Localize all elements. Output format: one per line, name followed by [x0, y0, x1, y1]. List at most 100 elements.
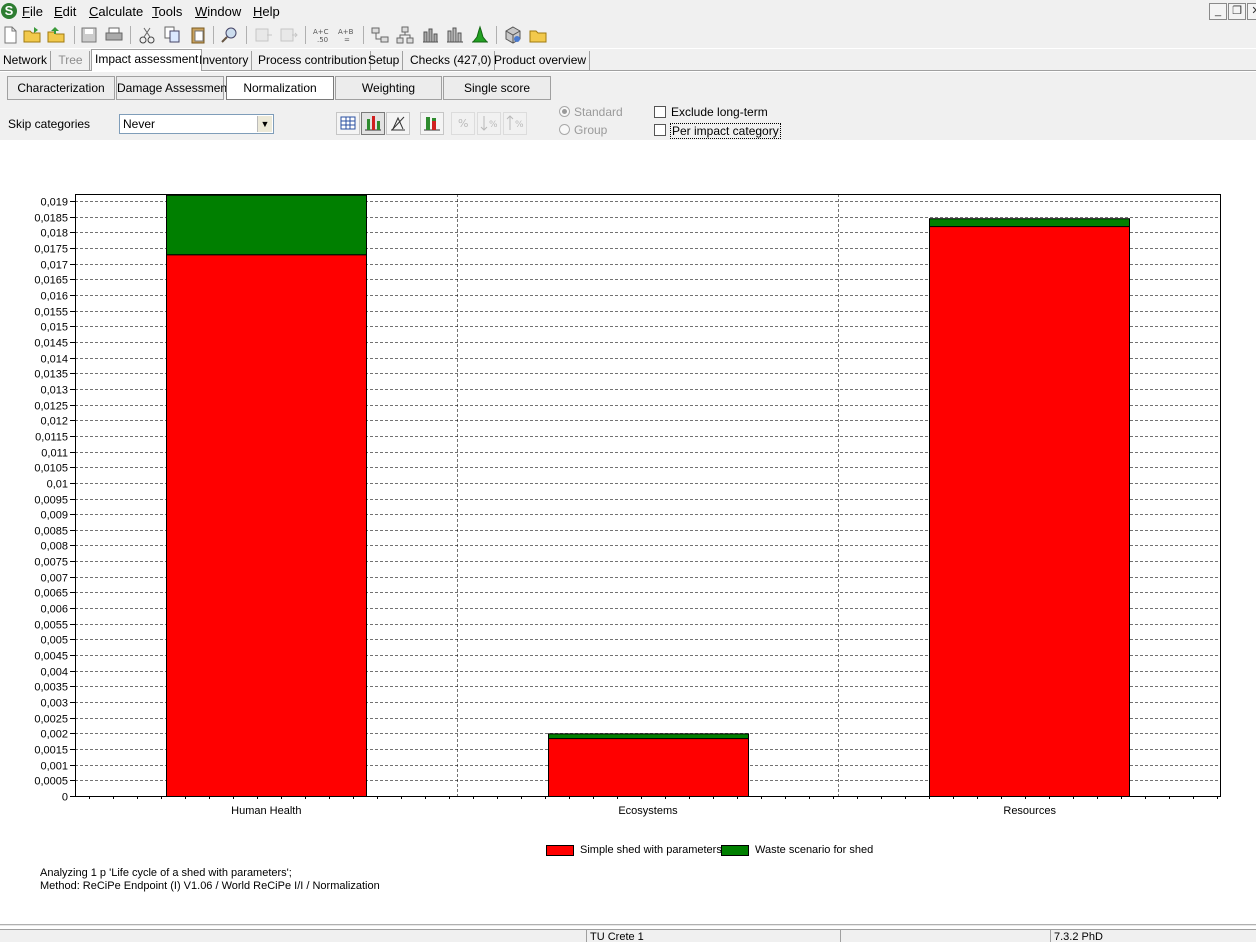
tab-impact-assessment[interactable]: Impact assessment — [91, 49, 203, 71]
copy-icon[interactable] — [162, 25, 182, 45]
menu-file[interactable]: File — [22, 4, 43, 19]
y-tick-label: 0,018 — [40, 228, 68, 240]
tab-network[interactable]: Network — [0, 51, 52, 71]
y-tick-label: 0,0135 — [34, 369, 68, 381]
tree-icon[interactable] — [395, 25, 415, 45]
y-tick-label: 0,017 — [40, 260, 68, 272]
table-view-button[interactable] — [336, 112, 360, 135]
y-tick-label: 0,01 — [47, 479, 68, 491]
paste-icon[interactable] — [188, 25, 208, 45]
paste-stage-icon[interactable] — [278, 25, 298, 45]
menu-calculate[interactable]: Calculate — [89, 4, 143, 19]
y-tick-label: 0,002 — [40, 729, 68, 741]
legend-swatch-waste-scenario — [721, 845, 749, 856]
y-tick-label: 0,001 — [40, 761, 68, 773]
skip-categories-select[interactable]: Never ▼ — [119, 114, 274, 134]
y-tick-label: 0,0175 — [34, 244, 68, 256]
minimize-icon[interactable]: _ — [1209, 3, 1227, 20]
x-category-label: Ecosystems — [618, 805, 678, 817]
y-tick-label: 0,003 — [40, 698, 68, 710]
open-library-icon[interactable] — [528, 25, 548, 45]
tab-tree[interactable]: Tree — [52, 51, 90, 71]
method-info-line: Method: ReCiPe Endpoint (I) V1.06 / Worl… — [40, 880, 380, 892]
bar-simple-shed — [166, 254, 367, 798]
bar-chart-icon[interactable] — [420, 25, 440, 45]
main-tab-bar: Network Tree Impact assessment Inventory… — [0, 49, 1256, 71]
svg-text:A+C: A+C — [313, 28, 329, 36]
sort-descending-button[interactable]: % — [477, 112, 501, 135]
group-radio[interactable] — [559, 124, 570, 135]
analysis-info-line: Analyzing 1 p 'Life cycle of a shed with… — [40, 867, 292, 879]
status-cell-message — [0, 929, 586, 942]
y-tick-label: 0,011 — [41, 448, 68, 460]
tab-inventory[interactable]: Inventory — [196, 51, 253, 71]
percent-button[interactable]: % — [451, 112, 475, 135]
formula-ab-icon[interactable]: A+B= — [337, 25, 357, 45]
bar-chart-icon — [365, 116, 381, 131]
menu-edit[interactable]: Edit — [54, 4, 76, 19]
open-folder-icon[interactable] — [22, 25, 42, 45]
exclude-long-term-checkbox[interactable] — [654, 106, 666, 118]
tab-product-overview[interactable]: Product overview — [491, 51, 591, 71]
menu-window[interactable]: Window — [195, 4, 241, 19]
legend-label-simple-shed: Simple shed with parameters — [580, 844, 722, 856]
table-icon — [340, 116, 356, 130]
network-icon[interactable] — [370, 25, 390, 45]
find-icon[interactable] — [220, 25, 240, 45]
formula-ac-icon[interactable]: A+C.50 — [312, 25, 332, 45]
y-tick-label: 0,0105 — [34, 463, 68, 475]
cube-3d-icon[interactable] — [503, 25, 523, 45]
percent-icon: % — [458, 117, 468, 130]
y-tick-label: 0,0025 — [34, 714, 68, 726]
y-tick-label: 0,0155 — [34, 307, 68, 319]
open-project-icon[interactable] — [46, 25, 66, 45]
standard-radio[interactable] — [559, 106, 570, 117]
app-logo-icon[interactable]: S — [1, 3, 17, 19]
tab-process-contribution[interactable]: Process contribution — [255, 51, 371, 71]
no-scale-button[interactable] — [386, 112, 410, 135]
monte-carlo-icon[interactable] — [470, 25, 490, 45]
chart-view-button[interactable] — [361, 112, 385, 135]
menu-help[interactable]: Help — [253, 4, 280, 19]
bar-waste-scenario — [548, 733, 749, 740]
y-tick-label: 0,0065 — [34, 588, 68, 600]
y-tick-label: 0,0125 — [34, 401, 68, 413]
tab-damage-assessment[interactable]: Damage Assessment — [116, 76, 230, 100]
y-tick-label: 0,019 — [40, 197, 68, 209]
status-cell-project: TU Crete 1 — [586, 929, 840, 942]
tab-single-score[interactable]: Single score — [443, 76, 551, 100]
print-icon[interactable] — [104, 25, 124, 45]
x-category-label: Human Health — [231, 805, 301, 817]
copy-stage-icon[interactable] — [253, 25, 273, 45]
tab-checks[interactable]: Checks (427,0) — [407, 51, 496, 71]
options-panel: Characterization Damage Assessment Norma… — [0, 72, 1256, 140]
bar-waste-scenario — [166, 194, 367, 256]
tab-normalization[interactable]: Normalization — [226, 76, 334, 100]
y-tick-label: 0,015 — [40, 322, 68, 334]
y-tick-label: 0,0115 — [35, 432, 68, 444]
skip-categories-value: Never — [123, 117, 156, 131]
y-tick-label: 0 — [62, 792, 68, 804]
tab-characterization[interactable]: Characterization — [7, 76, 115, 100]
group-radio-label: Group — [574, 123, 608, 137]
cut-icon[interactable] — [137, 25, 157, 45]
y-tick-label: 0,007 — [40, 573, 68, 585]
menu-bar: S File Edit Calculate Tools Window Help … — [0, 0, 1256, 22]
save-icon[interactable] — [79, 25, 99, 45]
restore-icon[interactable]: ❐ — [1228, 3, 1246, 20]
sort-ascending-icon: % — [506, 115, 524, 130]
y-tick-label: 0,0035 — [34, 682, 68, 694]
svg-text:A+B: A+B — [338, 28, 354, 36]
close-icon[interactable]: ✕ — [1247, 3, 1256, 20]
y-tick-label: 0,0015 — [34, 745, 68, 757]
y-tick-label: 0,012 — [40, 416, 68, 428]
sort-ascending-button[interactable]: % — [503, 112, 527, 135]
chevron-down-icon[interactable]: ▼ — [257, 116, 272, 132]
new-file-icon[interactable] — [0, 25, 20, 45]
tab-weighting[interactable]: Weighting — [335, 76, 442, 100]
per-impact-category-checkbox[interactable] — [654, 124, 666, 136]
stacked-bar-icon[interactable] — [445, 25, 465, 45]
stacked-view-button[interactable] — [420, 112, 444, 135]
tab-setup[interactable]: Setup — [365, 51, 404, 71]
menu-tools[interactable]: Tools — [152, 4, 182, 19]
